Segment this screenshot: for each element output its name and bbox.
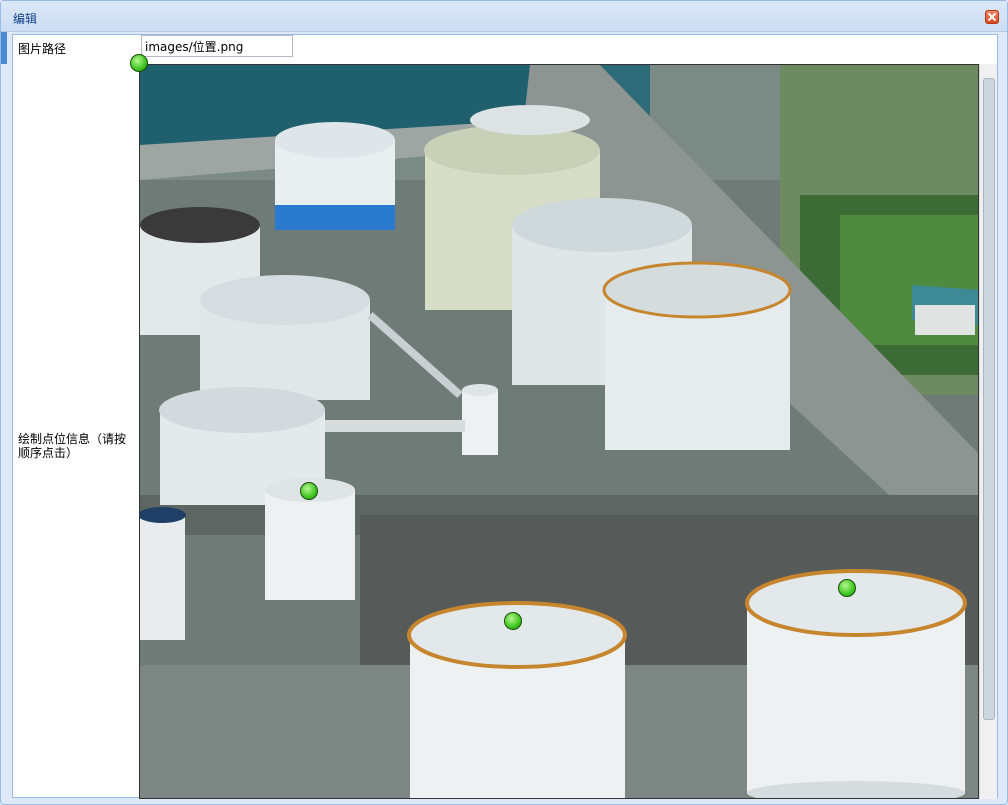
vertical-scrollbar[interactable]: [979, 64, 997, 799]
form-panel: 图片路径 绘制点位信息（请按顺序点击）: [12, 34, 998, 799]
image-path-input[interactable]: [141, 35, 293, 57]
image-path-label: 图片路径: [18, 42, 67, 56]
edit-dialog: 编辑 图片路径 绘制点位信息（请按顺序点击）: [0, 0, 1008, 805]
dialog-titlebar[interactable]: 编辑: [1, 1, 1007, 32]
dialog-title: 编辑: [13, 12, 38, 26]
point-marker-2[interactable]: [300, 482, 318, 500]
point-marker-3[interactable]: [504, 612, 522, 630]
point-marker-4[interactable]: [838, 579, 856, 597]
scrollbar-thumb[interactable]: [983, 78, 995, 720]
left-edge-strip: [1, 32, 7, 64]
tank-farm-image: [140, 65, 978, 798]
draw-points-label: 绘制点位信息（请按顺序点击）: [18, 432, 127, 460]
close-icon[interactable]: [985, 10, 999, 24]
point-drawing-canvas[interactable]: [139, 64, 979, 799]
point-marker-1[interactable]: [130, 54, 148, 72]
